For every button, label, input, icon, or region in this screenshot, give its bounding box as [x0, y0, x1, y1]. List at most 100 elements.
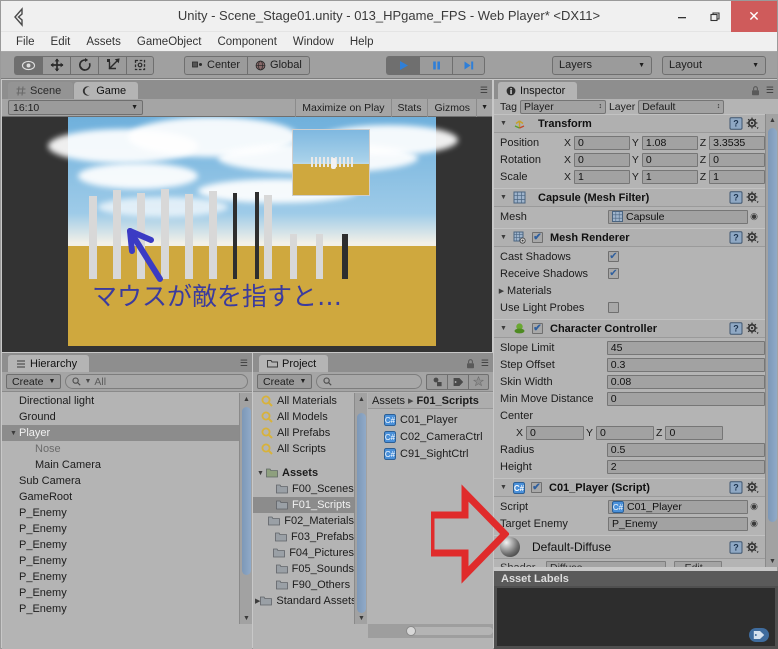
project-filter-item[interactable]: All Prefabs: [253, 425, 354, 441]
component-enabled-checkbox[interactable]: ✔: [531, 482, 542, 493]
foldout-arrow-icon[interactable]: ▼: [255, 470, 266, 477]
aspect-ratio-dropdown[interactable]: 16:10 ▼: [8, 100, 143, 115]
project-search-input[interactable]: [316, 374, 422, 389]
inspector-components[interactable]: ▼ Transform? Position X 0 Y 1.08 Z 3.3535 Rotatio…: [494, 114, 765, 567]
menu-component[interactable]: Component: [210, 34, 283, 50]
inspector-scroll-thumb[interactable]: [768, 128, 777, 522]
field-center-y[interactable]: 0: [596, 425, 655, 440]
project-hscroll-thumb[interactable]: [408, 627, 493, 635]
field-min-move-distance[interactable]: 0: [606, 391, 765, 406]
stats-button[interactable]: Stats: [390, 98, 428, 117]
tab-scene[interactable]: Scene: [8, 82, 74, 99]
foldout-arrow-icon[interactable]: ▼: [498, 234, 509, 241]
hierarchy-item[interactable]: P_Enemy: [2, 569, 239, 585]
project-filter-item[interactable]: All Models: [253, 409, 354, 425]
project-filter-item[interactable]: All Scripts: [253, 441, 354, 457]
hierarchy-item[interactable]: GameRoot: [2, 489, 239, 505]
project-tree-item[interactable]: ▼ Assets: [253, 465, 354, 481]
field-center-x[interactable]: 0: [526, 425, 585, 440]
hierarchy-create-button[interactable]: Create ▼: [6, 374, 62, 389]
project-tree-item[interactable]: F02_Materials: [253, 513, 354, 529]
play-button[interactable]: [386, 55, 419, 75]
project-hscrollbar[interactable]: [368, 624, 493, 638]
tab-game[interactable]: Game: [74, 82, 139, 99]
project-tree-item[interactable]: ▶ Standard Assets: [253, 593, 354, 609]
lock-icon[interactable]: [466, 359, 475, 369]
object-picker-icon[interactable]: ◉: [748, 518, 760, 529]
foldout-arrow-icon[interactable]: ▼: [498, 325, 509, 332]
object-picker-icon[interactable]: ◉: [748, 211, 760, 222]
filter-by-label-icon[interactable]: [447, 373, 468, 390]
hierarchy-item[interactable]: P_Enemy: [2, 505, 239, 521]
field-radius[interactable]: 0.5: [606, 442, 765, 457]
scroll-up-icon[interactable]: ▲: [355, 393, 368, 405]
component-header-c01-player-script[interactable]: ▼ C# ✔ C01_Player (Script)?: [494, 478, 765, 497]
foldout-arrow-icon[interactable]: ▼: [498, 194, 509, 201]
objectfield-target-enemy[interactable]: P_Enemy: [608, 516, 748, 531]
close-button[interactable]: ✕: [731, 1, 777, 32]
favorites-star-icon[interactable]: [468, 373, 489, 390]
project-file-item[interactable]: C# C01_Player: [368, 411, 493, 428]
pause-button[interactable]: [419, 55, 452, 75]
foldout-arrow-icon[interactable]: ▼: [498, 120, 509, 127]
scroll-down-icon[interactable]: ▼: [766, 555, 778, 567]
panel-menu-icon[interactable]: ☰: [766, 85, 774, 96]
project-breadcrumb[interactable]: Assets ▸ F01_Scripts: [368, 393, 493, 409]
scroll-up-icon[interactable]: ▲: [240, 393, 253, 405]
panel-menu-icon[interactable]: ☰: [481, 358, 489, 369]
checkbox-use-light-probes[interactable]: [608, 302, 619, 313]
field-rotation-z[interactable]: 0: [709, 152, 765, 167]
pivot-mode-button[interactable]: Center: [184, 55, 248, 75]
project-tree-item[interactable]: F03_Prefabs: [253, 529, 354, 545]
project-tree-item[interactable]: F04_Pictures: [253, 545, 354, 561]
tab-hierarchy[interactable]: Hierarchy: [8, 355, 90, 372]
project-tree-scrollbar[interactable]: ▲ ▼: [354, 393, 367, 624]
hierarchy-item[interactable]: Ground: [2, 409, 239, 425]
foldout-arrow-icon[interactable]: ▶: [496, 287, 507, 295]
field-position-y[interactable]: 1.08: [641, 135, 698, 150]
hierarchy-item[interactable]: ▼ Player: [2, 425, 239, 441]
hierarchy-item[interactable]: P_Enemy: [2, 521, 239, 537]
hierarchy-item[interactable]: Main Camera: [2, 457, 239, 473]
project-tree-item[interactable]: F05_Sounds: [253, 561, 354, 577]
maximize-on-play-button[interactable]: Maximize on Play: [295, 98, 390, 117]
scroll-up-icon[interactable]: ▲: [766, 114, 778, 126]
hierarchy-list[interactable]: Directional light Ground ▼ Player Nose Main C…: [2, 393, 239, 624]
project-file-item[interactable]: C# C91_SightCtrl: [368, 445, 493, 462]
field-rotation-y[interactable]: 0: [641, 152, 698, 167]
rect-tool-button[interactable]: [126, 55, 154, 75]
menu-window[interactable]: Window: [286, 34, 341, 50]
hand-tool-button[interactable]: [14, 55, 42, 75]
hierarchy-item[interactable]: P_Enemy: [2, 553, 239, 569]
field-position-z[interactable]: 3.3535: [709, 135, 765, 150]
layers-dropdown[interactable]: Layers ▼: [552, 55, 652, 75]
field-height[interactable]: 2: [606, 459, 765, 474]
gizmos-button[interactable]: Gizmos: [427, 98, 476, 117]
menu-edit[interactable]: Edit: [44, 34, 78, 50]
inspector-scrollbar[interactable]: ▲ ▼: [765, 114, 778, 567]
checkbox-cast-shadows[interactable]: ✔: [608, 251, 619, 262]
panel-menu-icon[interactable]: ☰: [480, 85, 488, 96]
field-slope-limit[interactable]: 45: [606, 340, 765, 355]
project-tree-item[interactable]: F00_Scenes: [253, 481, 354, 497]
project-tree-item[interactable]: F90_Others: [253, 577, 354, 593]
breadcrumb-item[interactable]: F01_Scripts: [417, 395, 479, 407]
project-filter-list[interactable]: All Materials All Models All Prefabs All Sc…: [253, 393, 354, 457]
lock-icon[interactable]: [751, 86, 760, 96]
project-filter-item[interactable]: All Materials: [253, 393, 354, 409]
project-content-column[interactable]: Assets ▸ F01_Scripts C# C01_Player C# C02_Cam…: [368, 393, 493, 624]
checkbox-receive-shadows[interactable]: ✔: [608, 268, 619, 279]
component-header-mesh-renderer[interactable]: ▼ ✔ Mesh Renderer?: [494, 228, 765, 247]
restore-button[interactable]: [698, 1, 731, 32]
hierarchy-item[interactable]: Nose: [2, 441, 239, 457]
hierarchy-item[interactable]: P_Enemy: [2, 537, 239, 553]
layout-dropdown[interactable]: Layout ▼: [662, 55, 766, 75]
field-position-x[interactable]: 0: [574, 135, 630, 150]
gizmos-dropdown-arrow-icon[interactable]: ▼: [476, 98, 492, 117]
project-create-button[interactable]: Create ▼: [257, 374, 313, 389]
hierarchy-search-input[interactable]: ▼ All: [65, 374, 248, 389]
project-tree-item[interactable]: F01_Scripts: [253, 497, 354, 513]
project-folder-tree[interactable]: ▼ Assets F00_Scenes F01_Scripts F02_Material…: [253, 465, 354, 609]
tag-dropdown[interactable]: Player ↕: [519, 99, 606, 114]
field-center-z[interactable]: 0: [665, 425, 724, 440]
